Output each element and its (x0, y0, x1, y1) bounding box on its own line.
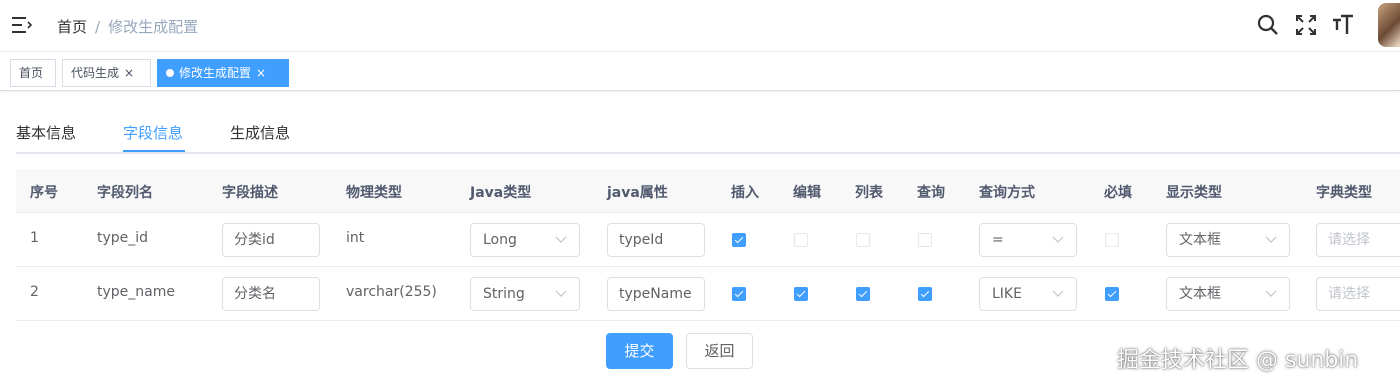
java-type-select[interactable]: Long (470, 223, 580, 257)
edit-checkbox[interactable] (794, 287, 808, 301)
submit-button[interactable]: 提交 (606, 333, 673, 369)
edit-checkbox[interactable] (794, 233, 808, 247)
query-type-select[interactable]: = (979, 223, 1077, 257)
breadcrumb-current: 修改生成配置 (108, 18, 199, 36)
tab-column-info[interactable]: 字段信息 (123, 122, 183, 143)
close-icon[interactable]: × (256, 60, 266, 86)
html-type-select[interactable]: 文本框 (1166, 277, 1290, 311)
chevron-down-icon (555, 290, 567, 297)
select-value: = (992, 232, 1004, 248)
tag-label: 首页 (19, 66, 44, 80)
header-insert: 插入 (731, 185, 759, 201)
cell-column-type: varchar(255) (346, 284, 437, 300)
text-size-icon[interactable] (1332, 14, 1354, 36)
tag-label: 修改生成配置 (179, 66, 252, 80)
tags-view: 首页 代码生成 × 修改生成配置 × (0, 53, 1400, 91)
tab-basic-info[interactable]: 基本信息 (16, 122, 76, 143)
chevron-down-icon (555, 236, 567, 243)
list-checkbox[interactable] (856, 233, 870, 247)
column-comment-input[interactable]: 分类id (222, 223, 320, 257)
insert-checkbox[interactable] (732, 233, 746, 247)
header-column-comment: 字段描述 (222, 185, 278, 201)
tab-active-bar (123, 150, 185, 152)
query-type-select[interactable]: LIKE (979, 277, 1077, 311)
cell-column-name: type_id (97, 230, 149, 246)
query-checkbox[interactable] (918, 233, 932, 247)
breadcrumb-home[interactable]: 首页 (57, 18, 87, 36)
chevron-down-icon (1265, 236, 1277, 243)
active-dot-icon (166, 69, 174, 77)
select-value: Long (483, 232, 517, 248)
table-row: 2 type_name 分类名 varchar(255) String type… (16, 267, 1400, 321)
select-value: 文本框 (1179, 286, 1221, 302)
watermark: 掘金技术社区 @ sunbin (1117, 348, 1359, 373)
close-icon[interactable]: × (124, 60, 134, 86)
required-checkbox[interactable] (1105, 233, 1119, 247)
header-column-name: 字段列名 (97, 185, 153, 201)
cell-column-type: int (346, 230, 365, 246)
cell-seq: 1 (30, 230, 39, 246)
table-header: 序号 字段列名 字段描述 物理类型 Java类型 java属性 插入 编辑 列表… (16, 169, 1400, 213)
html-type-select[interactable]: 文本框 (1166, 223, 1290, 257)
back-button[interactable]: 返回 (686, 333, 753, 369)
insert-checkbox[interactable] (732, 287, 746, 301)
cell-column-name: type_name (97, 284, 175, 300)
table-row: 1 type_id 分类id int Long typeId = 文本框 请选择 (16, 213, 1400, 267)
cell-seq: 2 (30, 284, 39, 300)
tag-label: 代码生成 (71, 66, 120, 80)
select-value: String (483, 286, 525, 302)
tab-generate-info[interactable]: 生成信息 (230, 122, 290, 143)
tag-code-gen[interactable]: 代码生成 × (62, 59, 151, 87)
dict-type-select[interactable]: 请选择 (1316, 223, 1400, 257)
chevron-down-icon (1052, 290, 1064, 297)
header-dict-type: 字典类型 (1316, 185, 1372, 201)
header-query: 查询 (917, 185, 945, 201)
java-field-input[interactable]: typeId (607, 223, 705, 257)
avatar[interactable] (1378, 3, 1400, 47)
header-seq: 序号 (30, 185, 58, 201)
header-column-type: 物理类型 (346, 185, 402, 201)
breadcrumb-separator: / (95, 18, 101, 36)
column-comment-input[interactable]: 分类名 (222, 277, 320, 311)
tag-edit-gen-config[interactable]: 修改生成配置 × (157, 59, 289, 87)
java-field-input[interactable]: typeName (607, 277, 705, 311)
breadcrumb: 首页 / 修改生成配置 (57, 16, 198, 37)
navbar: 首页 / 修改生成配置 (0, 0, 1400, 52)
query-checkbox[interactable] (918, 287, 932, 301)
chevron-down-icon (1052, 236, 1064, 243)
header-query-type: 查询方式 (979, 185, 1035, 201)
header-required: 必填 (1104, 185, 1132, 201)
fullscreen-icon[interactable] (1295, 14, 1317, 36)
header-list: 列表 (855, 185, 883, 201)
select-value: LIKE (992, 286, 1022, 302)
header-edit: 编辑 (793, 185, 821, 201)
chevron-down-icon (1265, 290, 1277, 297)
header-java-field: java属性 (607, 185, 668, 201)
header-java-type: Java类型 (470, 185, 532, 201)
list-checkbox[interactable] (856, 287, 870, 301)
java-type-select[interactable]: String (470, 277, 580, 311)
select-value: 文本框 (1179, 232, 1221, 248)
header-html-type: 显示类型 (1166, 185, 1222, 201)
dict-type-select[interactable]: 请选择 (1316, 277, 1400, 311)
tag-home[interactable]: 首页 (10, 59, 56, 87)
tabs: 基本信息 字段信息 生成信息 (16, 108, 1400, 154)
search-icon[interactable] (1257, 14, 1279, 36)
menu-icon[interactable] (12, 16, 32, 34)
required-checkbox[interactable] (1105, 287, 1119, 301)
